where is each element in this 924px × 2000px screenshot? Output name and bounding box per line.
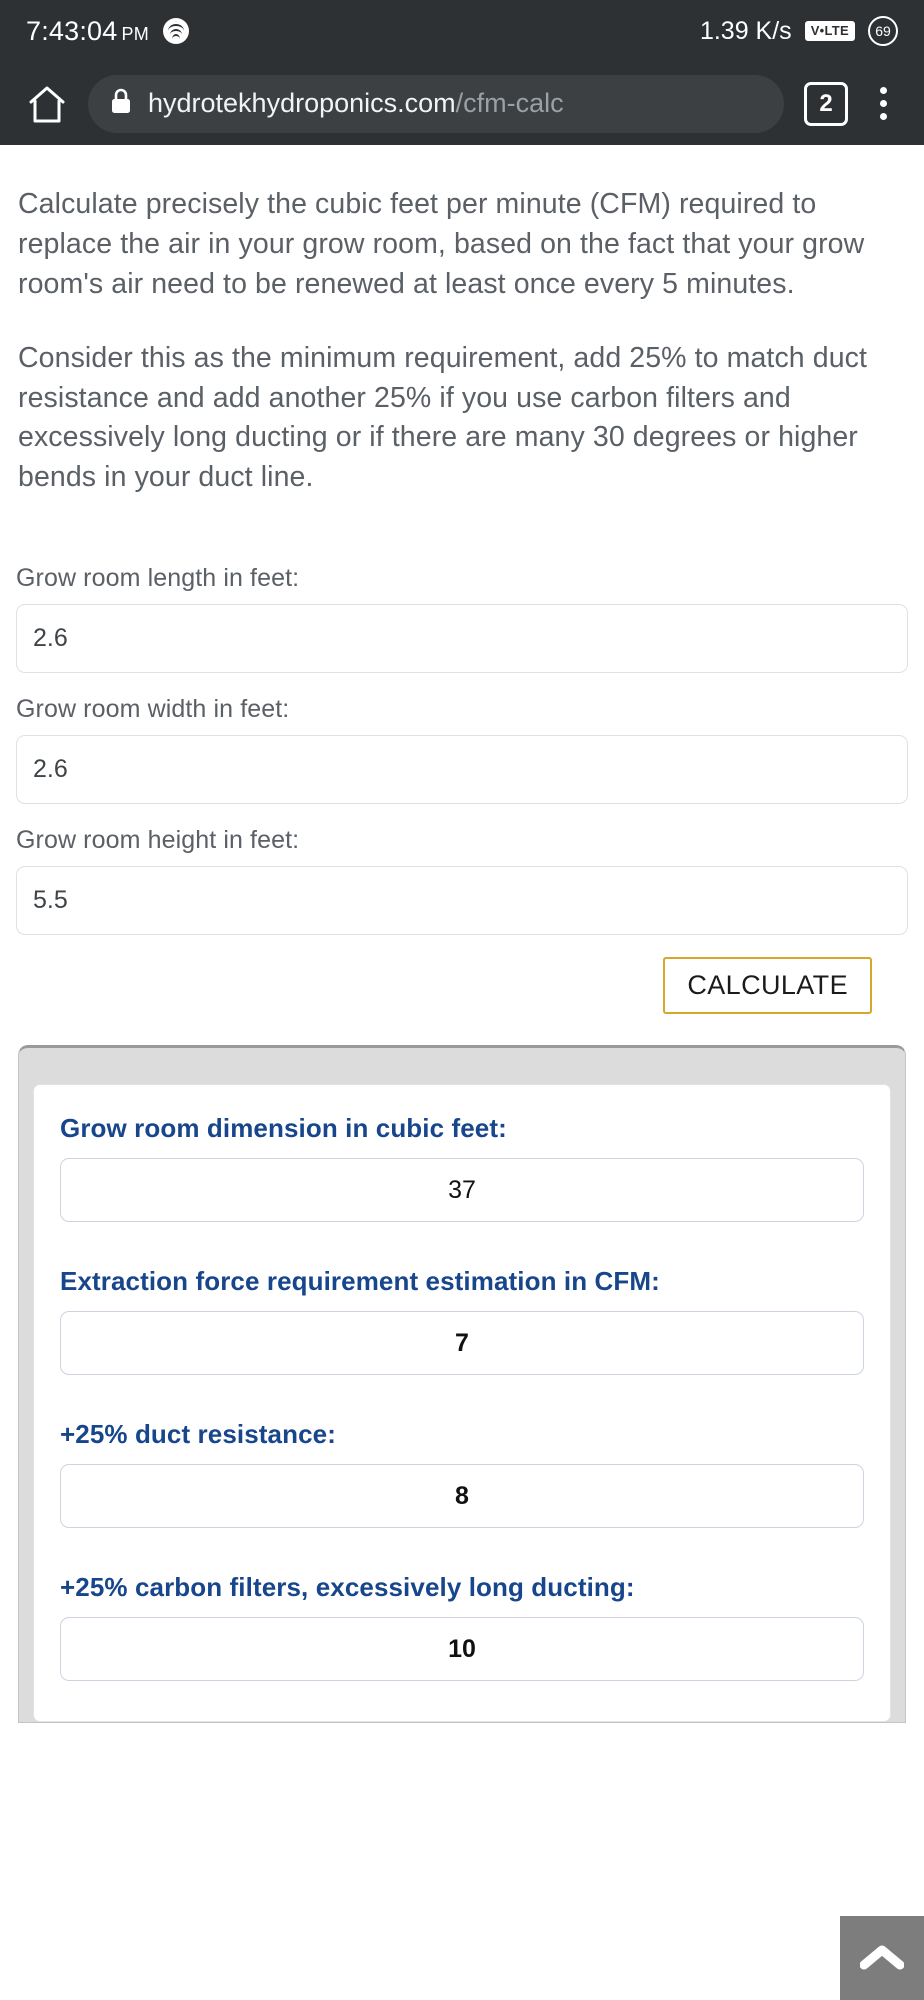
- result-carbon-filters: +25% carbon filters, excessively long du…: [60, 1572, 864, 1682]
- status-clock: 7:43:04 PM: [26, 16, 149, 47]
- network-speed-label: 1.39 K/s: [699, 16, 792, 45]
- status-bar-left: 7:43:04 PM: [26, 16, 189, 47]
- label-width: Grow room width in feet:: [16, 695, 290, 724]
- result-value-extraction-force[interactable]: [60, 1311, 864, 1376]
- url-path: /cfm-calc: [455, 88, 564, 118]
- calculate-button[interactable]: CALCULATE: [663, 957, 872, 1015]
- results-panel: Grow room dimension in cubic feet: Extra…: [18, 1045, 906, 1724]
- intro-text-block: Calculate precisely the cubic feet per m…: [0, 145, 924, 498]
- tab-counter-button[interactable]: 2: [804, 81, 848, 126]
- field-height: Grow room height in feet:: [16, 826, 908, 936]
- label-length: Grow room length in feet:: [16, 564, 300, 593]
- result-dimension: Grow room dimension in cubic feet:: [60, 1113, 864, 1223]
- intro-paragraph-2: Consider this as the minimum requirement…: [18, 341, 868, 494]
- result-value-dimension[interactable]: [60, 1158, 864, 1223]
- result-label-dimension: Grow room dimension in cubic feet:: [60, 1113, 507, 1144]
- browser-toolbar: hydrotekhydroponics.com/cfm-calc 2: [0, 62, 924, 145]
- chevron-up-icon: [860, 1943, 904, 1973]
- calculate-row: CALCULATE: [16, 957, 908, 1015]
- page-content: Calculate precisely the cubic feet per m…: [0, 145, 924, 2000]
- result-duct-resistance: +25% duct resistance:: [60, 1419, 864, 1529]
- url-bar[interactable]: hydrotekhydroponics.com/cfm-calc: [88, 74, 784, 133]
- spotify-icon: [162, 18, 189, 44]
- result-value-carbon-filters[interactable]: [60, 1617, 864, 1682]
- label-height: Grow room height in feet:: [16, 826, 300, 855]
- clock-time: 7:43:04: [26, 15, 118, 46]
- result-label-carbon-filters: +25% carbon filters, excessively long du…: [60, 1572, 635, 1603]
- field-length: Grow room length in feet:: [16, 564, 908, 674]
- input-height[interactable]: [16, 866, 908, 936]
- home-icon[interactable]: [18, 75, 76, 133]
- field-width: Grow room width in feet:: [16, 695, 908, 805]
- status-bar-right: 1.39 K/s V•LTE 69: [700, 16, 898, 46]
- results-card: Grow room dimension in cubic feet: Extra…: [33, 1084, 891, 1723]
- lock-icon: [110, 87, 132, 120]
- clock-ampm: PM: [121, 23, 149, 44]
- intro-paragraph-1: Calculate precisely the cubic feet per m…: [18, 188, 865, 300]
- status-bar: 7:43:04 PM 1.39 K/s V•LTE 69: [0, 0, 924, 62]
- url-domain: hydrotekhydroponics.com: [148, 88, 456, 118]
- input-width[interactable]: [16, 735, 908, 805]
- result-extraction-force: Extraction force requirement estimation …: [60, 1266, 864, 1376]
- result-label-duct-resistance: +25% duct resistance:: [60, 1419, 336, 1450]
- scroll-to-top-button[interactable]: [840, 1916, 924, 2000]
- cfm-calculator-form: Grow room length in feet: Grow room widt…: [0, 564, 924, 1015]
- volte-icon: V•LTE: [804, 21, 855, 41]
- input-length[interactable]: [16, 604, 908, 674]
- url-text: hydrotekhydroponics.com/cfm-calc: [148, 88, 564, 119]
- kebab-menu-icon[interactable]: [860, 87, 906, 120]
- result-label-extraction-force: Extraction force requirement estimation …: [60, 1266, 660, 1297]
- result-value-duct-resistance[interactable]: [60, 1464, 864, 1529]
- battery-icon: 69: [868, 16, 898, 46]
